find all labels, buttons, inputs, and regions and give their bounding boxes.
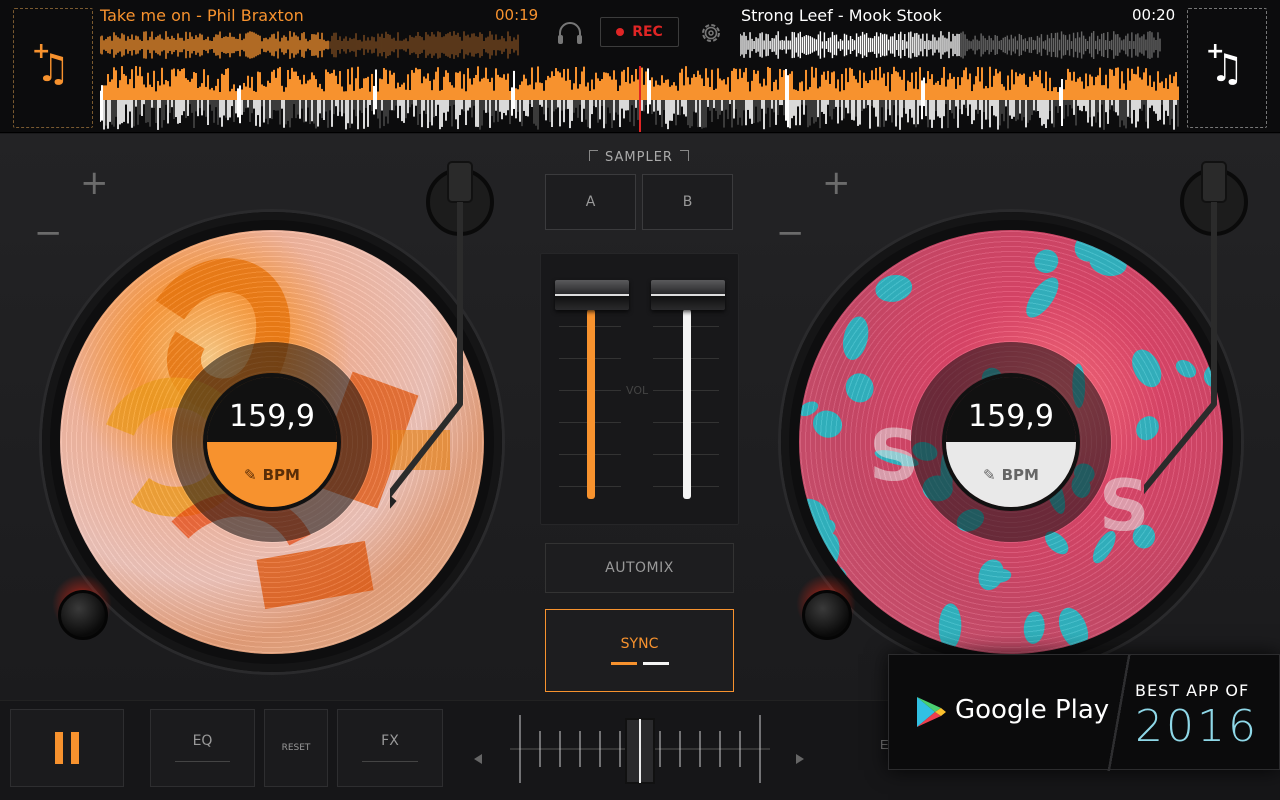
eq-label: EQ <box>192 733 213 749</box>
deck-a-track-time: 00:19 <box>495 6 539 24</box>
reset-button[interactable]: RESET <box>264 709 328 787</box>
deck-a-volume-level <box>587 309 595 499</box>
top-bar: + ♫ Take me on - Phil Braxton 00:19 REC … <box>0 0 1280 133</box>
pause-icon <box>55 732 79 764</box>
headphones-icon[interactable] <box>556 20 584 46</box>
volume-faders: VOL <box>540 253 739 525</box>
deck-b-cue-button[interactable] <box>802 590 852 640</box>
deck-a-load-track-button[interactable]: + ♫ <box>13 8 93 128</box>
fx-label: FX <box>381 733 399 749</box>
deck-b-track-time: 00:20 <box>1132 6 1176 24</box>
scrolling-waveform[interactable] <box>100 64 1180 132</box>
google-play-logo-icon <box>917 697 946 727</box>
deck-b-volume-fader[interactable] <box>651 280 725 310</box>
sampler-pad-a[interactable]: A <box>545 174 636 230</box>
award-line: BEST APP OF <box>1135 681 1250 700</box>
deck-b-load-track-button[interactable]: + ♫ <box>1187 8 1267 128</box>
deck-a-bpm-display[interactable]: 159,9 ✎ BPM <box>203 373 341 511</box>
deck-b-pitch-plus-button[interactable]: + <box>822 166 851 200</box>
deck-b-track-title: Strong Leef - Mook Stook <box>741 6 942 25</box>
deck-a-pitch-plus-button[interactable]: + <box>80 166 109 200</box>
deck-a-cue-button[interactable] <box>58 590 108 640</box>
pencil-icon: ✎ <box>244 465 257 484</box>
record-dot-icon <box>616 28 625 36</box>
deck-b-tonearm[interactable] <box>1144 154 1264 534</box>
deck-b-overview-waveform[interactable] <box>740 31 1162 59</box>
google-play-award-badge: Google Play BEST APP OF 2016 <box>888 654 1280 771</box>
deck-b-bpm-display[interactable]: 159,9 ✎ BPM <box>942 373 1080 511</box>
badge-divider <box>1099 655 1139 771</box>
deck-a-pitch-minus-button[interactable]: − <box>34 216 63 250</box>
fx-button[interactable]: FX <box>337 709 443 787</box>
deck-a-play-pause-button[interactable] <box>10 709 124 787</box>
deck-a-tonearm[interactable] <box>390 154 510 534</box>
plus-icon: + <box>32 39 51 64</box>
crossfader-right-arrow-icon[interactable] <box>796 754 804 764</box>
sampler-pad-b[interactable]: B <box>642 174 733 230</box>
deck-b-volume-level <box>683 309 691 499</box>
record-label: REC <box>632 24 663 40</box>
plus-icon: + <box>1206 39 1225 64</box>
sampler-label: SAMPLER <box>589 150 689 165</box>
eq-button[interactable]: EQ <box>150 709 255 787</box>
pencil-icon: ✎ <box>983 465 996 484</box>
crossfader-left-arrow-icon[interactable] <box>474 754 482 764</box>
award-year: 2016 <box>1135 701 1259 752</box>
sync-indicator <box>610 662 669 665</box>
deck-b-bpm-label: BPM <box>1001 465 1039 484</box>
deck-a-volume-fader[interactable] <box>555 280 629 310</box>
store-name: Google Play <box>955 695 1110 725</box>
sync-button[interactable]: SYNC <box>545 609 734 692</box>
automix-button[interactable]: AUTOMIX <box>545 543 734 593</box>
deck-area: + − 159,9 ✎ BPM SAMPLER A B VOL AUTOMIX … <box>0 134 1280 700</box>
deck-a-bpm-label: BPM <box>262 465 300 484</box>
deck-a-track-title: Take me on - Phil Braxton <box>100 6 304 25</box>
deck-a-overview-waveform[interactable] <box>100 31 520 59</box>
gear-icon[interactable] <box>698 20 724 46</box>
sync-label: SYNC <box>620 636 659 652</box>
volume-label: VOL <box>626 384 649 397</box>
record-button[interactable]: REC <box>600 17 679 47</box>
crossfader[interactable] <box>470 711 810 791</box>
reset-label: RESET <box>281 743 311 753</box>
